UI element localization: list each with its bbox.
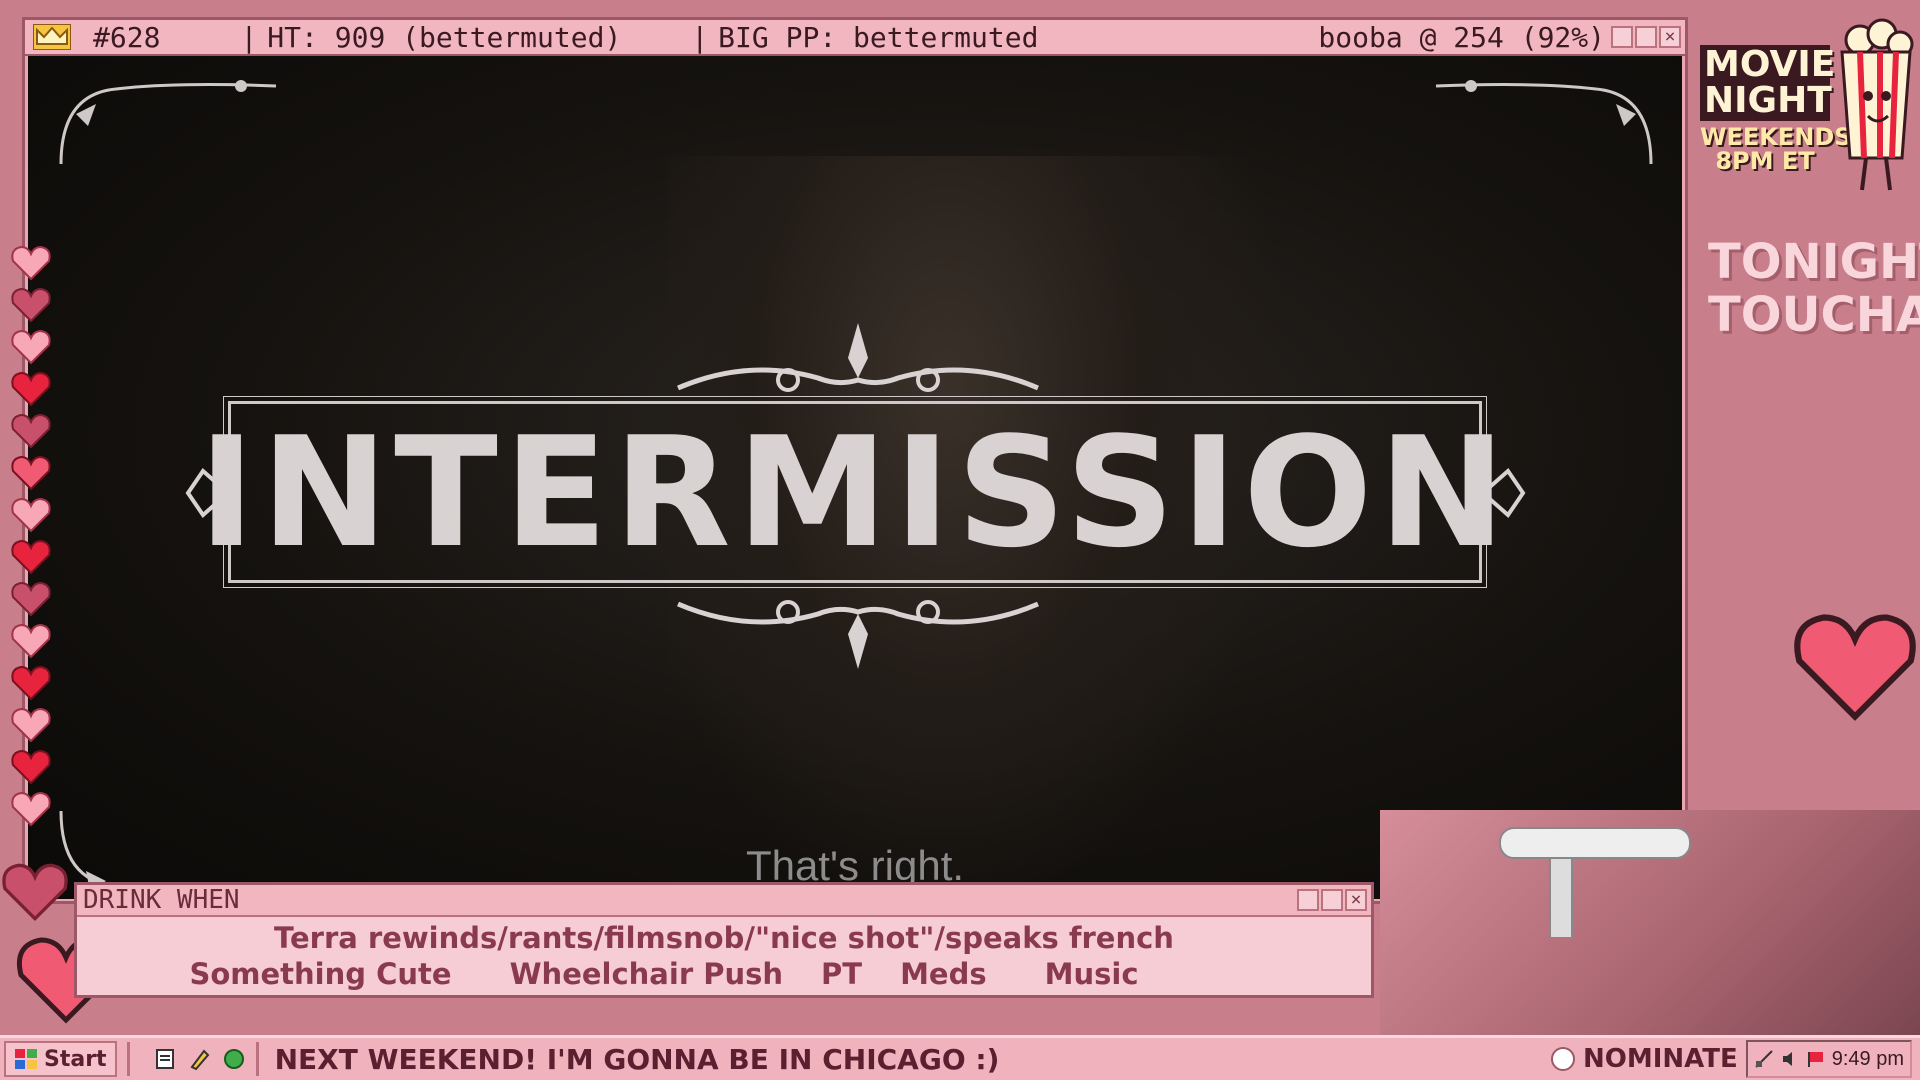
heart-icon: [11, 245, 51, 281]
tonight-movie-title: TOUCHABL: [1708, 286, 1920, 343]
clock: 9:49 pm: [1831, 1047, 1904, 1070]
window-controls: ×: [1611, 26, 1681, 48]
movie-night-days: WEEKENDS: [1700, 123, 1852, 151]
movie-night-logo: MOVIE NIGHT WEEKENDS 8PM ET: [1700, 44, 1852, 175]
drink-rule-line: Terra rewinds/rants/filmsnob/"nice shot"…: [274, 921, 1174, 955]
heart-icon: [11, 581, 51, 617]
maximize-button[interactable]: [1321, 889, 1343, 911]
close-button[interactable]: ×: [1345, 889, 1367, 911]
pixel-heart-icon: [1794, 614, 1916, 721]
volume-icon[interactable]: [1780, 1049, 1800, 1069]
booba-status: booba @ 254 (92%): [1318, 20, 1605, 54]
heart-icon: [11, 455, 51, 491]
movie-night-time: 8PM ET: [1715, 147, 1815, 175]
crown-icon: [33, 24, 71, 50]
windows-flag-icon: [15, 1049, 37, 1069]
close-button[interactable]: ×: [1659, 26, 1681, 48]
ht-label: HT: 909 (bettermuted): [267, 20, 622, 54]
drink-item: Music: [1044, 957, 1139, 991]
heart-icon: [11, 497, 51, 533]
heart-icon: [11, 749, 51, 785]
taskbar: Start NEXT WEEKEND! I'M GONNA BE IN CHIC…: [0, 1035, 1920, 1080]
quick-launch: [154, 1047, 246, 1071]
maximize-button[interactable]: [1635, 26, 1657, 48]
movie-night-schedule: WEEKENDS 8PM ET: [1700, 123, 1852, 175]
flag-icon[interactable]: [1806, 1049, 1826, 1069]
heart-icon: [11, 329, 51, 365]
movie-night-title: MOVIE NIGHT: [1700, 44, 1836, 121]
nominate-radio[interactable]: [1550, 1047, 1575, 1071]
video-window: #628 | HT: 909 (bettermuted) | BIG PP: b…: [22, 17, 1688, 904]
start-label: Start: [44, 1046, 107, 1072]
wheelchair-icon: [1499, 827, 1691, 938]
heart-icon: [2, 863, 68, 922]
announcement-ticker: NEXT WEEKEND! I'M GONNA BE IN CHICAGO :): [274, 1042, 1000, 1076]
intermission-title: INTERMISSION: [198, 403, 1512, 581]
nominate-button[interactable]: NOMINATE: [1583, 1044, 1738, 1074]
tonight-feature: TONIGHT: TOUCHABL: [1708, 236, 1920, 342]
popcorn-mascot-icon: [1840, 18, 1914, 191]
drink-item: Something Cute: [189, 957, 452, 991]
movie-night-line2: NIGHT: [1704, 80, 1832, 121]
heart-icon: [11, 665, 51, 701]
paint-icon[interactable]: [188, 1047, 212, 1071]
corner-ornament-top-left: [59, 80, 277, 165]
heart-icon: [11, 413, 51, 449]
heart-icon: [11, 707, 51, 743]
start-button[interactable]: Start: [4, 1041, 117, 1077]
taskbar-divider: [126, 1042, 130, 1076]
window-id: #628: [93, 20, 161, 54]
big-pp-label: BIG PP: bettermuted: [718, 20, 1039, 54]
bottom-flourish-ornament: [677, 600, 1039, 669]
system-tray: NOMINATE 9:49 pm: [1550, 1040, 1912, 1078]
heart-icon: [11, 287, 51, 323]
window-controls: ×: [1297, 889, 1367, 911]
notepad-icon[interactable]: [154, 1047, 178, 1071]
separator: |: [240, 20, 258, 54]
taskbar-divider: [255, 1042, 259, 1076]
minimize-button[interactable]: [1611, 26, 1633, 48]
network-icon[interactable]: [1754, 1049, 1774, 1069]
heart-icon: [11, 539, 51, 575]
tonight-label: TONIGHT:: [1708, 234, 1920, 290]
drink-item: Wheelchair Push: [509, 957, 784, 991]
drink-window-title: DRINK WHEN: [83, 885, 240, 915]
video-window-titlebar[interactable]: #628 | HT: 909 (bettermuted) | BIG PP: b…: [25, 20, 1685, 56]
video-frame[interactable]: INTERMISSION That's right.: [28, 56, 1682, 899]
heart-icon: [11, 791, 51, 827]
globe-icon[interactable]: [222, 1047, 246, 1071]
heart-icon: [11, 623, 51, 659]
hearts-decoration-column: [10, 245, 60, 833]
drink-rule-items: Something Cute Wheelchair Push PT Meds M…: [77, 957, 1371, 991]
tray-area: 9:49 pm: [1745, 1040, 1912, 1078]
separator: |: [691, 20, 709, 54]
drink-item: PT: [821, 957, 863, 991]
drink-item: Meds: [900, 957, 987, 991]
drink-when-window: DRINK WHEN × Terra rewinds/rants/filmsno…: [74, 882, 1374, 998]
top-flourish-ornament: [677, 323, 1039, 392]
corner-ornament-top-right: [1435, 80, 1653, 165]
heart-icon: [11, 371, 51, 407]
minimize-button[interactable]: [1297, 889, 1319, 911]
movie-night-line1: MOVIE: [1704, 44, 1836, 85]
drink-window-titlebar[interactable]: DRINK WHEN ×: [77, 885, 1371, 917]
